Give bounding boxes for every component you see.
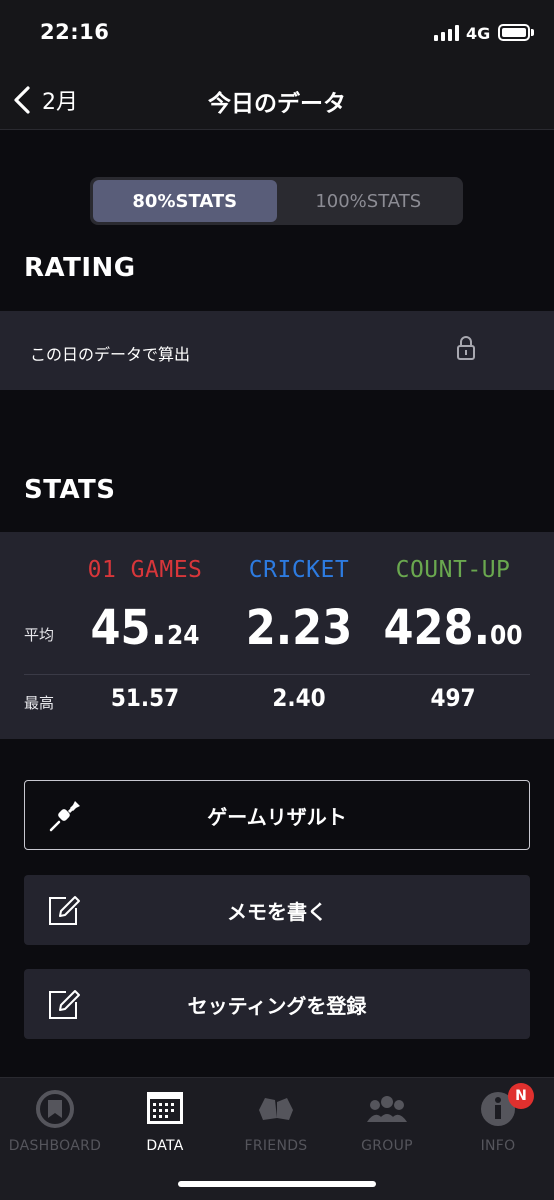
info-notification-badge: N <box>508 1083 534 1109</box>
average-count-up-dec: 00 <box>489 621 523 651</box>
stats-divider <box>24 674 530 675</box>
signal-icon <box>434 25 459 41</box>
tab-group-label: GROUP <box>361 1138 413 1154</box>
dart-icon <box>49 801 80 832</box>
tab-info[interactable]: INFO <box>443 1088 553 1154</box>
network-type: 4G <box>466 24 491 43</box>
group-icon <box>367 1096 407 1122</box>
lock-icon <box>457 336 475 360</box>
tab-dashboard-label: DASHBOARD <box>8 1138 102 1154</box>
average-count-up-int: 428. <box>383 600 490 656</box>
tab-data[interactable]: DATA <box>110 1088 220 1154</box>
edit-icon <box>49 990 80 1019</box>
tab-info-label: INFO <box>480 1138 516 1154</box>
page-title: 今日のデータ <box>208 91 346 117</box>
register-setting-button[interactable]: セッティングを登録 <box>24 969 530 1039</box>
average-01-games: 45.24 <box>70 600 220 656</box>
home-indicator <box>178 1181 376 1187</box>
stats-panel: 01 GAMES CRICKET COUNT-UP 平均 45.24 2.23 … <box>0 532 554 739</box>
tab-data-label: DATA <box>146 1138 184 1154</box>
dashboard-icon <box>36 1090 74 1128</box>
friends-icon <box>259 1098 293 1120</box>
nav-bar: 2月 今日のデータ <box>0 70 554 130</box>
status-time: 22:16 <box>40 20 110 44</box>
register-setting-label: セッティングを登録 <box>187 993 367 1018</box>
stats-section-title: STATS <box>24 475 116 505</box>
stats-segmented-control: 80%STATS 100%STATS <box>90 177 463 225</box>
game-result-button[interactable]: ゲームリザルト <box>24 780 530 850</box>
max-count-up: 497 <box>430 684 476 712</box>
edit-icon <box>49 896 80 925</box>
average-cricket-int: 2.23 <box>245 600 353 656</box>
tab-group[interactable]: GROUP <box>332 1088 442 1154</box>
segment-100-stats[interactable]: 100%STATS <box>277 180 461 222</box>
average-01-games-dec: 24 <box>166 621 200 651</box>
battery-icon <box>498 24 530 41</box>
stats-header-count-up: COUNT-UP <box>395 557 511 583</box>
rating-row-text: この日のデータで算出 <box>30 345 191 364</box>
stats-header-cricket: CRICKET <box>248 557 350 583</box>
segment-80-stats[interactable]: 80%STATS <box>93 180 277 222</box>
stats-header-01-games: 01 GAMES <box>87 557 203 583</box>
tab-dashboard[interactable]: DASHBOARD <box>0 1088 110 1154</box>
write-memo-label: メモを書く <box>227 899 327 924</box>
average-row-label: 平均 <box>24 626 55 644</box>
tab-friends[interactable]: FRIENDS <box>221 1088 331 1154</box>
max-cricket: 2.40 <box>272 684 326 712</box>
max-row-label: 最高 <box>24 694 55 712</box>
average-01-games-int: 45. <box>90 600 167 656</box>
tab-friends-label: FRIENDS <box>244 1138 308 1154</box>
rating-section-title: RATING <box>24 253 136 283</box>
game-result-label: ゲームリザルト <box>207 804 347 829</box>
calendar-icon <box>147 1092 183 1124</box>
max-01-games: 51.57 <box>110 684 180 712</box>
status-bar: 22:16 4G <box>0 0 554 70</box>
battery-tip <box>531 29 534 36</box>
average-count-up: 428.00 <box>378 600 528 656</box>
average-cricket: 2.23 <box>224 600 374 656</box>
write-memo-button[interactable]: メモを書く <box>24 875 530 945</box>
